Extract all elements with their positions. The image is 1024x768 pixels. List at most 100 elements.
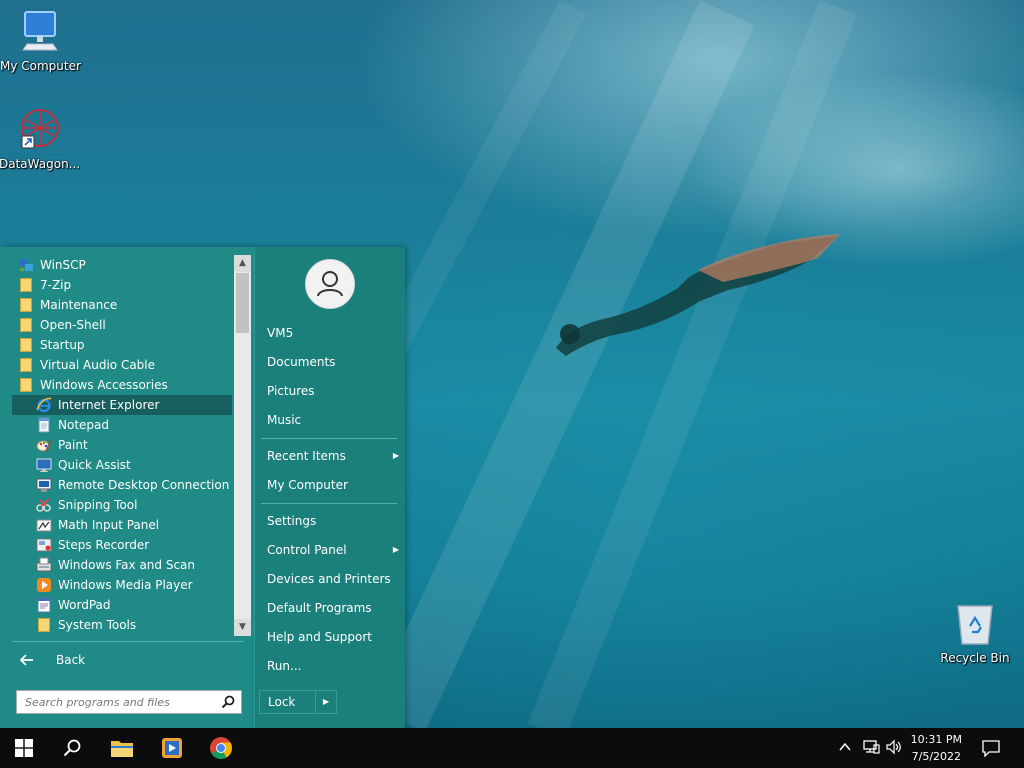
menu-item-user[interactable]: VM5 xyxy=(267,322,293,344)
menu-item-run[interactable]: Run... xyxy=(267,655,301,677)
back-button[interactable]: Back xyxy=(12,650,242,670)
search-icon[interactable] xyxy=(221,695,235,709)
menu-item-my-computer[interactable]: My Computer xyxy=(267,474,348,496)
scroll-up-arrow-icon[interactable]: ▲ xyxy=(234,255,251,272)
program-label: Windows Accessories xyxy=(40,378,168,392)
menu-item-label: Control Panel xyxy=(267,543,347,557)
remote-desktop-icon xyxy=(36,477,52,493)
program-label: Open-Shell xyxy=(40,318,106,332)
program-item-wordpad[interactable]: WordPad xyxy=(36,595,111,615)
taskbar-file-explorer[interactable] xyxy=(98,728,146,768)
program-label: Quick Assist xyxy=(58,458,131,472)
program-label: Notepad xyxy=(58,418,109,432)
desktop-icon-my-computer[interactable]: My Computer xyxy=(0,8,81,73)
chevron-right-icon[interactable]: ▶ xyxy=(315,691,336,713)
recycle-bin-icon xyxy=(957,605,993,645)
menu-item-music[interactable]: Music xyxy=(267,409,301,431)
program-label: Snipping Tool xyxy=(58,498,138,512)
program-label: 7-Zip xyxy=(40,278,72,292)
folder-icon xyxy=(20,338,32,352)
menu-item-label: Recent Items xyxy=(267,449,346,463)
search-input[interactable] xyxy=(23,694,221,710)
program-label: Maintenance xyxy=(40,298,118,312)
program-item-media-player[interactable]: Windows Media Player xyxy=(36,575,193,595)
separator xyxy=(12,641,244,642)
menu-item-default-programs[interactable]: Default Programs xyxy=(267,597,372,619)
user-icon xyxy=(317,271,343,297)
quick-assist-icon xyxy=(36,457,52,473)
scroll-down-arrow-icon[interactable]: ▼ xyxy=(234,619,251,636)
taskbar: 10:31 PM 7/5/2022 xyxy=(0,728,1024,768)
menu-item-pictures[interactable]: Pictures xyxy=(267,380,315,402)
menu-item-settings[interactable]: Settings xyxy=(267,510,316,532)
program-item-paint[interactable]: Paint xyxy=(36,435,88,455)
network-icon[interactable] xyxy=(862,739,880,758)
action-center-icon[interactable] xyxy=(982,739,1000,760)
taskbar-chrome[interactable] xyxy=(197,728,245,768)
taskbar-search-button[interactable] xyxy=(48,728,96,768)
program-label: Paint xyxy=(58,438,88,452)
menu-item-devices-printers[interactable]: Devices and Printers xyxy=(267,568,391,590)
volume-icon[interactable] xyxy=(885,739,903,758)
separator xyxy=(261,503,397,504)
program-item-notepad[interactable]: Notepad xyxy=(36,415,109,435)
tray-overflow-chevron-icon[interactable] xyxy=(838,740,852,757)
program-item-open-shell[interactable]: Open-Shell xyxy=(18,315,106,335)
program-item-internet-explorer[interactable]: Internet Explorer xyxy=(12,395,232,415)
program-item-winscp[interactable]: WinSCP xyxy=(18,255,86,275)
desktop-icon-label: Recycle Bin xyxy=(940,651,1010,665)
program-label: Steps Recorder xyxy=(58,538,150,552)
program-label: Windows Fax and Scan xyxy=(58,558,196,572)
program-item-remote-desktop[interactable]: Remote Desktop Connection xyxy=(36,475,229,495)
desktop-icon-datawagon[interactable]: DataWagon... xyxy=(0,106,81,171)
start-menu-places-pane: VM5 Documents Pictures Music Recent Item… xyxy=(254,247,405,728)
user-avatar[interactable] xyxy=(305,259,355,309)
math-input-icon xyxy=(36,517,52,533)
program-item-quick-assist[interactable]: Quick Assist xyxy=(36,455,131,475)
program-item-fax-scan[interactable]: Windows Fax and Scan xyxy=(36,555,195,575)
start-menu-programs-pane: WinSCP 7-Zip Maintenance Open-Shell Star… xyxy=(0,247,254,728)
start-button[interactable] xyxy=(0,728,48,768)
program-list: WinSCP 7-Zip Maintenance Open-Shell Star… xyxy=(0,255,234,637)
clock[interactable]: 10:31 PM 7/5/2022 xyxy=(911,731,962,765)
menu-item-documents[interactable]: Documents xyxy=(267,351,335,373)
internet-explorer-icon xyxy=(36,397,52,413)
program-item-math-input-panel[interactable]: Math Input Panel xyxy=(36,515,159,535)
scrollbar-thumb[interactable] xyxy=(236,273,249,333)
program-item-snipping-tool[interactable]: Snipping Tool xyxy=(36,495,137,515)
folder-icon xyxy=(20,298,32,312)
program-list-scrollbar[interactable]: ▲ ▼ xyxy=(234,255,251,636)
taskbar-media-player[interactable] xyxy=(148,728,196,768)
program-label: Remote Desktop Connection xyxy=(58,478,230,492)
program-item-virtual-audio-cable[interactable]: Virtual Audio Cable xyxy=(18,355,155,375)
program-label: WordPad xyxy=(58,598,111,612)
program-item-maintenance[interactable]: Maintenance xyxy=(18,295,117,315)
program-item-steps-recorder[interactable]: Steps Recorder xyxy=(36,535,149,555)
search-box[interactable] xyxy=(16,690,242,714)
computer-icon xyxy=(22,11,58,51)
chevron-right-icon: ▶ xyxy=(392,545,399,554)
folder-icon xyxy=(20,378,32,392)
program-item-7zip[interactable]: 7-Zip xyxy=(18,275,71,295)
separator xyxy=(261,438,397,439)
lock-button[interactable]: Lock ▶ xyxy=(259,690,337,714)
desktop-icon-label: My Computer xyxy=(0,59,81,73)
program-item-windows-accessories[interactable]: Windows Accessories xyxy=(18,375,168,395)
desktop-icon-label: DataWagon... xyxy=(0,157,81,171)
menu-item-control-panel[interactable]: Control Panel ▶ xyxy=(267,539,399,561)
folder-icon xyxy=(38,618,50,632)
menu-item-recent-items[interactable]: Recent Items ▶ xyxy=(267,445,399,467)
program-item-startup[interactable]: Startup xyxy=(18,335,85,355)
paint-icon xyxy=(36,437,52,453)
back-label: Back xyxy=(56,653,86,667)
desktop-icon-recycle-bin[interactable]: Recycle Bin xyxy=(935,600,1015,665)
clock-time: 10:31 PM xyxy=(910,733,962,746)
start-menu: WinSCP 7-Zip Maintenance Open-Shell Star… xyxy=(0,247,405,728)
menu-item-help-support[interactable]: Help and Support xyxy=(267,626,372,648)
wordpad-icon xyxy=(36,597,52,613)
diver-image xyxy=(556,234,840,356)
fax-scan-icon xyxy=(36,557,52,573)
arrow-left-icon xyxy=(20,654,33,666)
program-item-system-tools[interactable]: System Tools xyxy=(36,615,136,635)
winscp-icon xyxy=(18,257,34,273)
